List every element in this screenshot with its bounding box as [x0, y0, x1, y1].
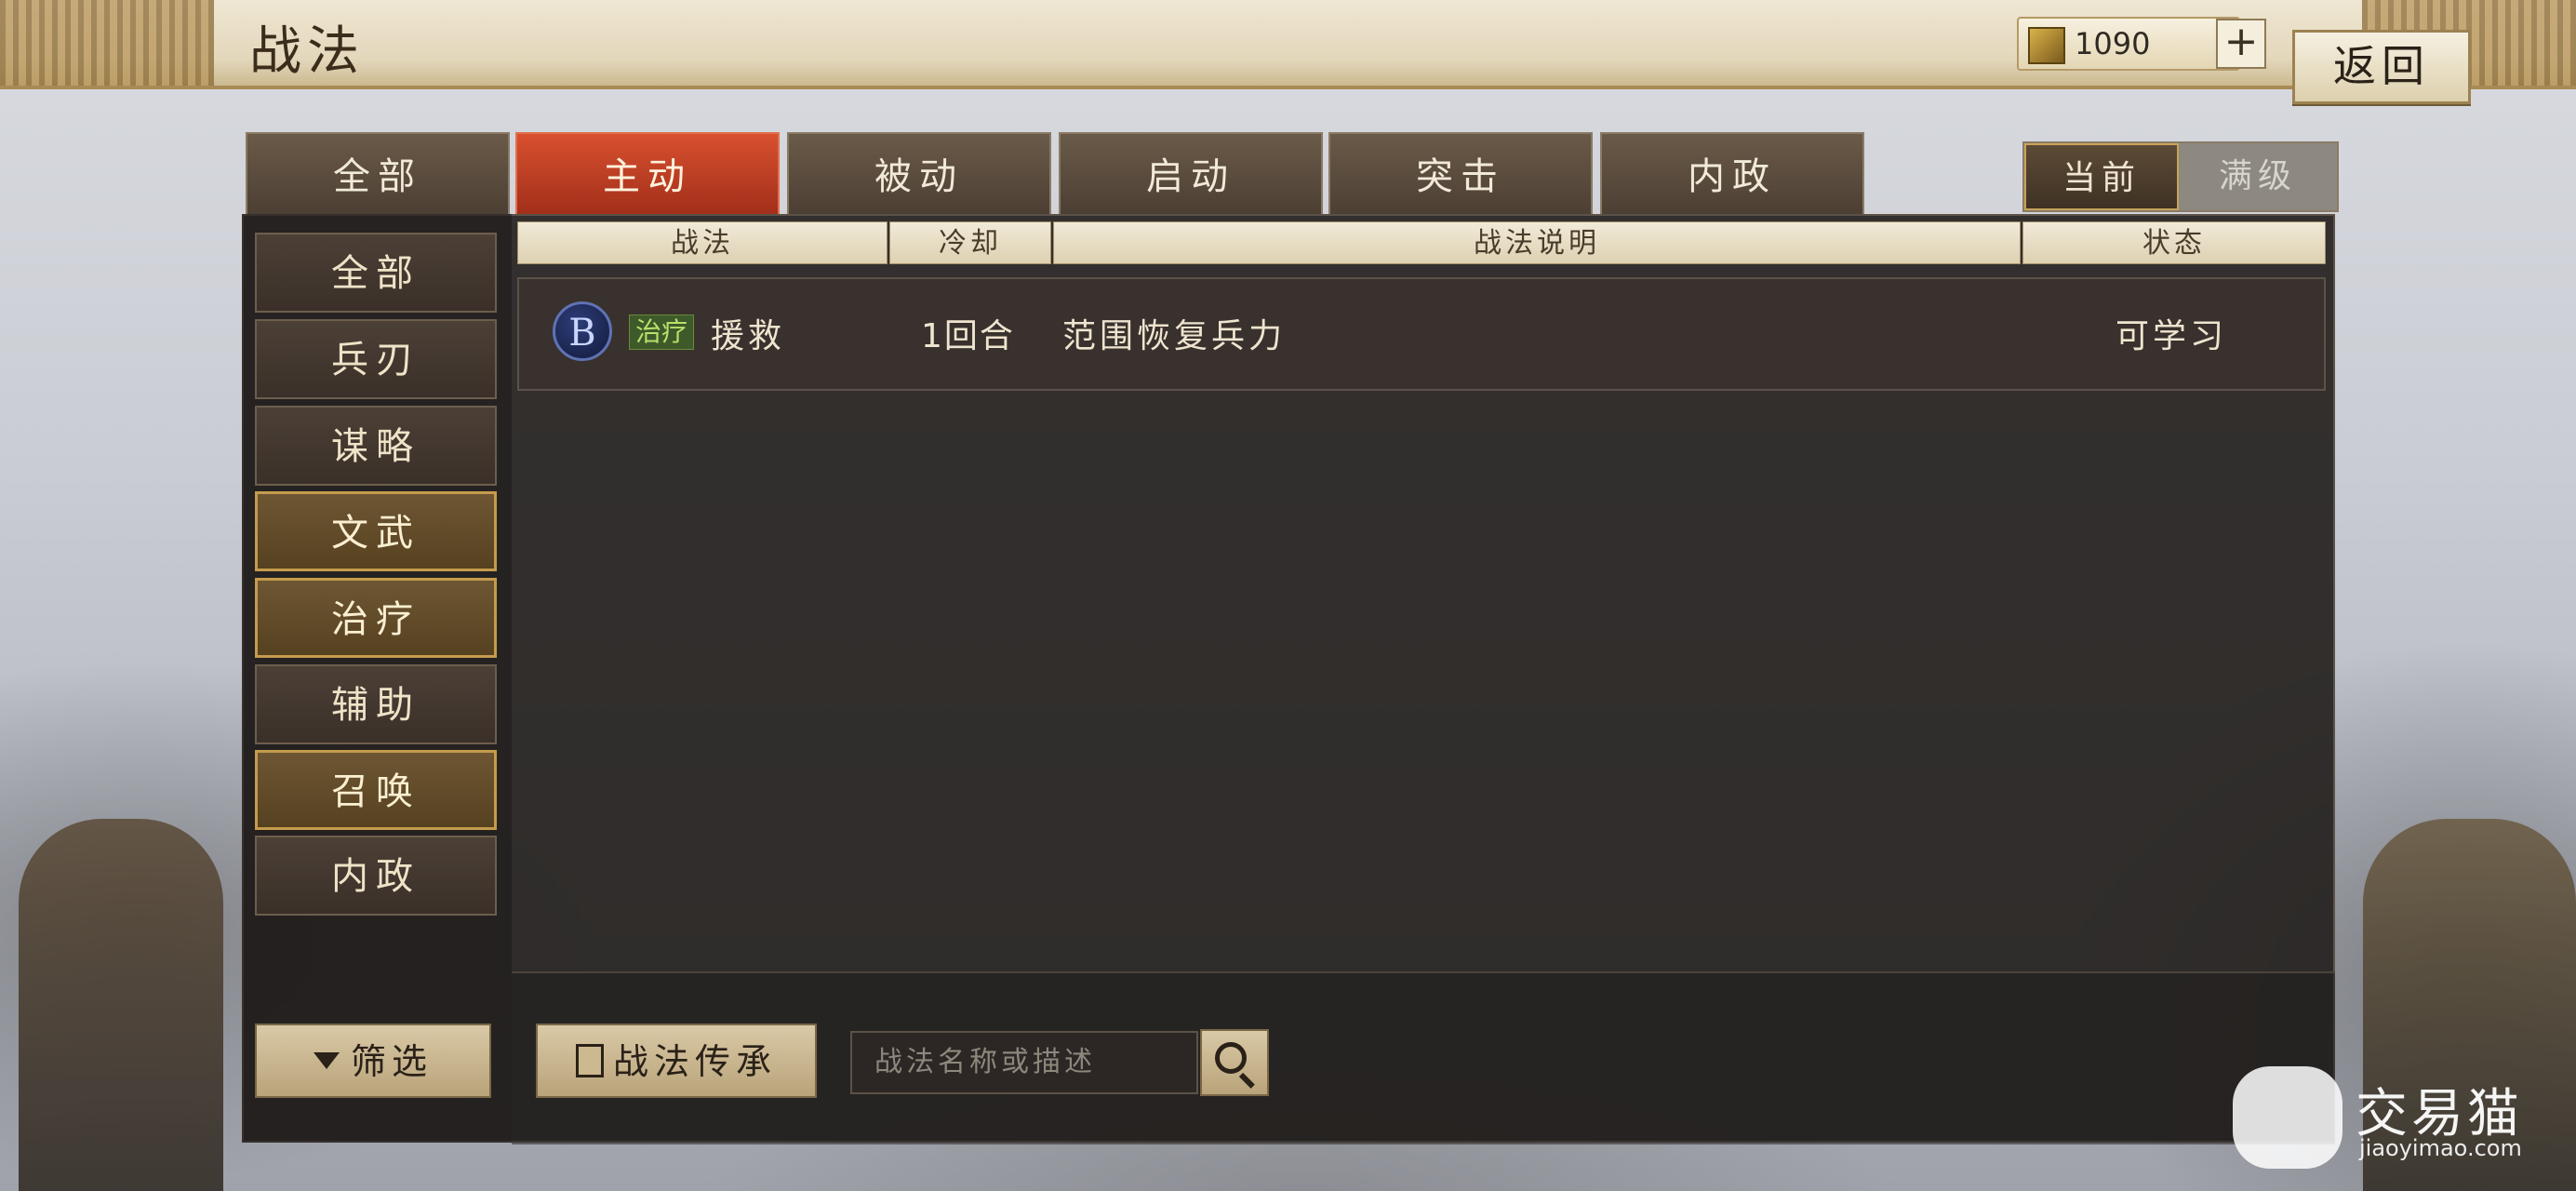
grade-badge: B — [553, 301, 612, 361]
category-healing[interactable]: 治疗 — [255, 578, 497, 658]
watermark: 交易猫 jiaoyimao.com — [2233, 1061, 2549, 1172]
tab-passive[interactable]: 被动 — [787, 132, 1051, 214]
category-support[interactable]: 辅助 — [255, 664, 497, 744]
skill-status: 可学习 — [2116, 317, 2228, 355]
toggle-max-level[interactable]: 满级 — [2181, 143, 2335, 210]
category-summon[interactable]: 召唤 — [255, 750, 497, 830]
table-row[interactable] — [517, 277, 2326, 391]
category-strategy[interactable]: 谋略 — [255, 406, 497, 486]
level-toggle: 当前 满级 — [2022, 141, 2339, 212]
add-currency-button[interactable]: + — [2216, 19, 2266, 69]
tab-active-skills[interactable]: 主动 — [515, 132, 780, 214]
background-general-left — [19, 819, 223, 1191]
watermark-cat-logo — [2233, 1066, 2342, 1169]
skill-description: 范围恢复兵力 — [1062, 317, 1287, 355]
jade-token-icon — [2028, 27, 2065, 64]
category-civil-military[interactable]: 文武 — [255, 491, 497, 571]
currency-amount: 1090 — [2075, 26, 2151, 61]
category-internal[interactable]: 内政 — [255, 836, 497, 916]
column-header-cooldown: 冷却 — [889, 221, 1051, 264]
category-all[interactable]: 全部 — [255, 233, 497, 313]
search-input[interactable]: 战法名称或描述 — [850, 1031, 1198, 1094]
skill-type-tag: 治疗 — [629, 314, 695, 350]
inherit-label: 战法传承 — [612, 1041, 777, 1082]
column-header-description: 战法说明 — [1053, 221, 2021, 264]
category-weapon[interactable]: 兵刃 — [255, 319, 497, 399]
column-header-status: 状态 — [2022, 221, 2326, 264]
skill-cooldown: 1回合 — [921, 317, 1015, 355]
watermark-url: jiaoyimao.com — [2359, 1135, 2522, 1161]
tab-assault[interactable]: 突击 — [1328, 132, 1593, 214]
search-button[interactable] — [1200, 1029, 1269, 1096]
filter-button[interactable]: 筛选 — [255, 1024, 491, 1098]
filter-label: 筛选 — [350, 1041, 433, 1082]
funnel-icon — [313, 1051, 340, 1069]
toggle-current[interactable]: 当前 — [2024, 143, 2179, 210]
currency-display: 1090 — [2017, 17, 2240, 71]
tab-launch[interactable]: 启动 — [1059, 132, 1323, 214]
magnifier-handle — [1238, 1072, 1255, 1089]
magnifier-icon — [1215, 1042, 1247, 1074]
tab-internal-affairs[interactable]: 内政 — [1600, 132, 1864, 214]
back-button[interactable]: 返回 — [2292, 30, 2471, 104]
skill-name: 援救 — [711, 317, 786, 355]
column-header-skill: 战法 — [517, 221, 888, 264]
tab-all[interactable]: 全部 — [246, 132, 510, 214]
page-title: 战法 — [249, 21, 365, 82]
book-icon — [575, 1043, 604, 1077]
skill-inherit-button[interactable]: 战法传承 — [536, 1024, 817, 1098]
ornament-left — [0, 0, 214, 86]
